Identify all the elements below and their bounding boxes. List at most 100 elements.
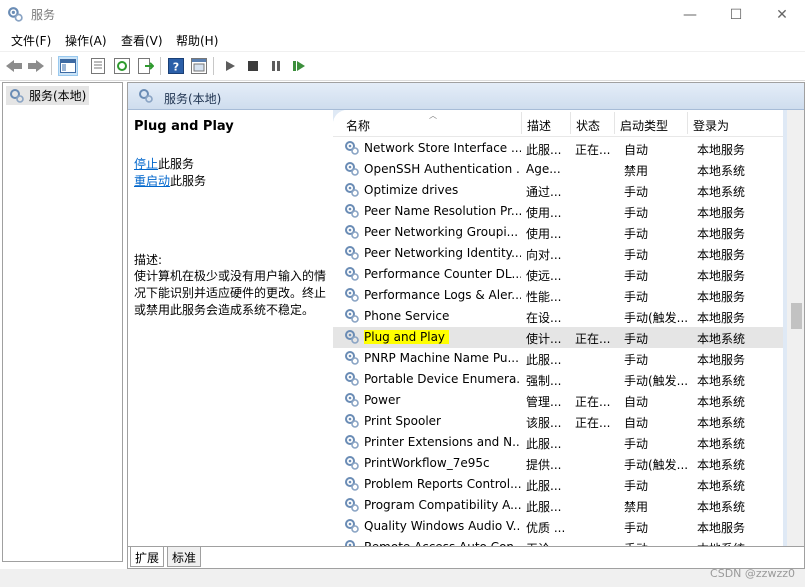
service-row[interactable]: PNRP Machine Name Pu... 此服... 手动 本地服务 (333, 348, 783, 369)
service-name: OpenSSH Authentication ... (364, 162, 521, 176)
service-name: Phone Service (364, 309, 450, 323)
service-row[interactable]: Printer Extensions and N... 此服... 手动 本地系统 (333, 432, 783, 453)
service-startup-type: 自动 (624, 395, 649, 409)
service-row[interactable]: Optimize drives 通过... 手动 本地系统 (333, 180, 783, 201)
service-row[interactable]: Power 管理... 正在... 自动 本地系统 (333, 390, 783, 411)
forward-icon[interactable] (26, 56, 46, 76)
service-status: 正在... (575, 395, 611, 409)
console-view-icon[interactable] (189, 56, 209, 76)
service-status: 正在... (575, 332, 611, 346)
close-button[interactable]: ✕ (759, 0, 805, 29)
service-description: Age... (526, 162, 561, 176)
service-description: 性能... (526, 290, 562, 304)
tab-standard[interactable]: 标准 (167, 547, 202, 567)
service-name: Quality Windows Audio V... (364, 519, 521, 533)
tree-item-services-local[interactable]: 服务(本地) (6, 86, 89, 105)
column-description[interactable]: 描述 (521, 112, 570, 134)
column-startup-type[interactable]: 启动类型 (614, 112, 687, 134)
service-row[interactable]: Performance Logs & Aler... 性能... 手动 本地服务 (333, 285, 783, 306)
service-row[interactable]: Remote Access Auto Con...无论...手动本地系统 (333, 537, 783, 546)
export-list-icon[interactable] (136, 56, 156, 76)
restart-service-icon[interactable] (289, 56, 309, 76)
pause-service-icon[interactable] (266, 56, 286, 76)
service-row[interactable]: Print Spooler 该服... 正在... 自动 本地系统 (333, 411, 783, 432)
start-service-icon[interactable] (220, 56, 240, 76)
service-row[interactable]: Peer Networking Identity... 向对... 手动 本地服务 (333, 243, 783, 264)
service-row[interactable]: Program Compatibility A... 此服... 禁用 本地系统 (333, 495, 783, 516)
service-startup-type: 手动 (624, 290, 649, 304)
service-startup-type: 自动 (624, 416, 649, 430)
restart-service-link[interactable]: 重启动 (134, 174, 170, 188)
toolbar-separator (51, 57, 52, 75)
tab-extended[interactable]: 扩展 (130, 547, 165, 567)
service-description: 向对... (526, 248, 562, 262)
column-header-row: ︿ 名称 描述 状态 启动类型 登录为 (333, 110, 783, 137)
stop-service-icon[interactable] (243, 56, 263, 76)
service-row[interactable]: Problem Reports Control... 此服... 手动 本地系统 (333, 474, 783, 495)
window-title: 服务 (31, 8, 56, 22)
maximize-button[interactable]: ☐ (713, 0, 759, 29)
service-name: Performance Counter DL... (364, 267, 521, 281)
service-startup-type: 禁用 (624, 164, 649, 178)
column-status[interactable]: 状态 (570, 112, 619, 134)
service-logon-as: 本地系统 (697, 332, 746, 346)
svg-text:?: ? (173, 61, 179, 74)
service-logon-as: 本地服务 (697, 353, 746, 367)
column-name[interactable]: 名称 (341, 112, 523, 134)
stop-service-link[interactable]: 停止 (134, 157, 158, 171)
restart-service-line: 重启动此服务 (134, 172, 206, 189)
menu-file[interactable]: 文件(F) (11, 32, 51, 49)
description-label: 描述: (134, 253, 163, 267)
service-name: Network Store Interface ... (364, 141, 521, 155)
service-description: 优质 ... (526, 521, 566, 535)
service-gear-icon (345, 498, 359, 512)
service-row[interactable]: Peer Name Resolution Pr... 使用... 手动 本地服务 (333, 201, 783, 222)
menu-view[interactable]: 查看(V) (121, 32, 163, 49)
service-description: 使用... (526, 227, 562, 241)
minimize-icon: — (683, 6, 697, 23)
refresh-icon[interactable] (112, 56, 132, 76)
service-name: Performance Logs & Aler... (364, 288, 521, 302)
scrollbar-thumb[interactable] (791, 303, 802, 329)
service-name: Peer Networking Identity... (364, 246, 521, 260)
service-name: Portable Device Enumera... (364, 372, 521, 386)
service-row[interactable]: PrintWorkflow_7e95c 提供... 手动(触发... 本地系统 (333, 453, 783, 474)
description-panel: Plug and Play 停止此服务 重启动此服务 描述: 使计算机在极少或没… (128, 110, 333, 546)
service-row[interactable]: Phone Service 在设... 手动(触发... 本地服务 (333, 306, 783, 327)
vertical-scrollbar[interactable] (787, 110, 804, 546)
service-name: Power (364, 393, 401, 407)
service-description: 管理... (526, 395, 562, 409)
column-logon-as[interactable]: 登录为 (687, 112, 767, 134)
service-gear-icon (345, 267, 359, 281)
service-startup-type: 手动 (624, 185, 649, 199)
title-bar[interactable]: 服务 — ☐ ✕ (0, 0, 805, 29)
properties-icon[interactable] (88, 56, 108, 76)
show-hide-tree-icon[interactable] (58, 56, 78, 76)
service-row[interactable]: Portable Device Enumera... 强制... 手动(触发... 本… (333, 369, 783, 390)
service-row[interactable]: OpenSSH Authentication ... Age... 禁用 本地系统 (333, 159, 783, 180)
service-description: 在设... (526, 311, 562, 325)
service-row[interactable]: Quality Windows Audio V... 优质 ... 手动 本地服务 (333, 516, 783, 537)
service-name: Printer Extensions and N... (364, 435, 521, 449)
menu-help[interactable]: 帮助(H) (176, 32, 218, 49)
minimize-button[interactable]: — (667, 0, 713, 29)
service-description: 此服... (526, 437, 562, 451)
service-gear-icon (345, 393, 359, 407)
service-logon-as: 本地服务 (697, 227, 746, 241)
back-icon[interactable] (4, 56, 24, 76)
service-logon-as: 本地系统 (697, 374, 746, 388)
service-gear-icon (345, 414, 359, 428)
service-name: Problem Reports Control... (364, 477, 521, 491)
help-icon[interactable]: ? (166, 56, 186, 76)
service-row[interactable]: Network Store Interface ... 此服... 正在... 自动 本… (333, 138, 783, 159)
menu-action[interactable]: 操作(A) (65, 32, 107, 49)
service-row[interactable]: Plug and Play 使计... 正在... 手动 本地系统 (333, 327, 783, 348)
service-row[interactable]: Performance Counter DL... 使远... 手动 本地服务 (333, 264, 783, 285)
service-logon-as: 本地服务 (697, 269, 746, 283)
service-description: 使计... (526, 332, 562, 346)
service-row[interactable]: Peer Networking Groupi... 使用... 手动 本地服务 (333, 222, 783, 243)
service-logon-as: 本地系统 (697, 416, 746, 430)
service-description: 此服... (526, 353, 562, 367)
service-startup-type: 禁用 (624, 500, 649, 514)
service-gear-icon (345, 309, 359, 323)
